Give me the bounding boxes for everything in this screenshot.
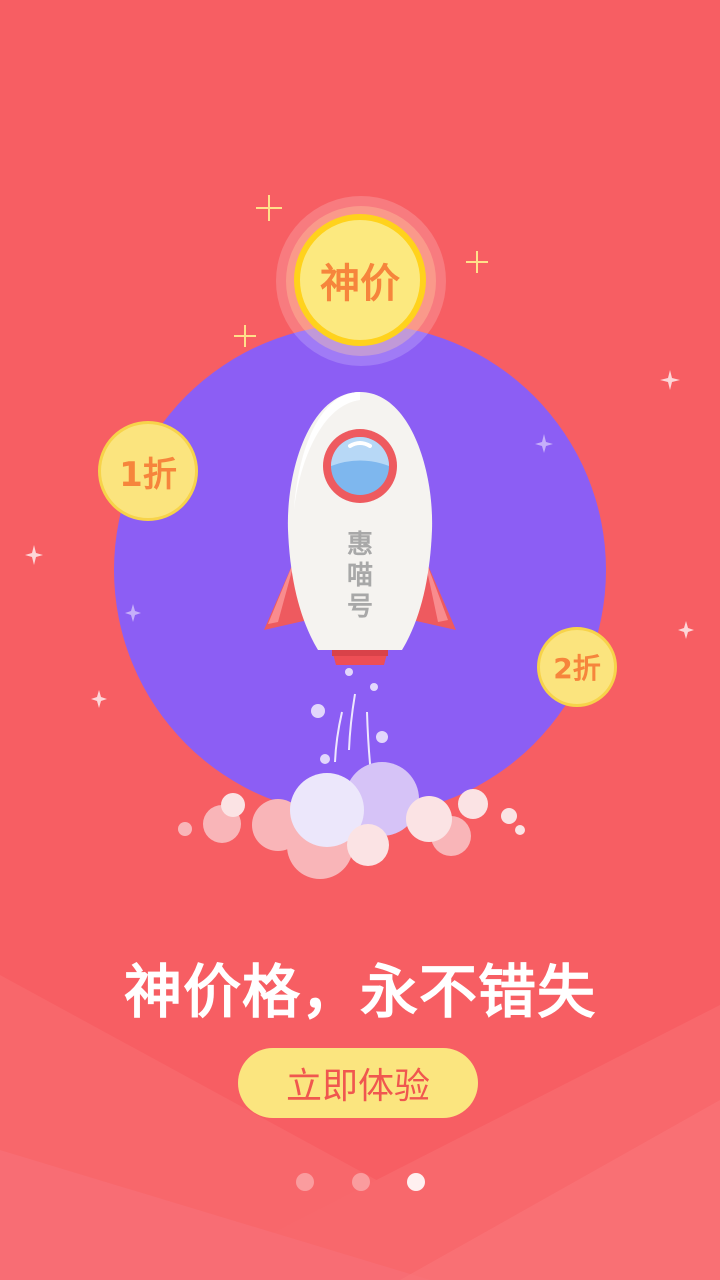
coin-discount-1: 1折 bbox=[98, 421, 198, 521]
page-dot-2[interactable] bbox=[352, 1173, 370, 1191]
coin-discount-2: 2折 bbox=[537, 627, 617, 707]
try-now-button[interactable]: 立即体验 bbox=[238, 1048, 478, 1118]
rocket-label: 惠 喵 号 bbox=[340, 530, 380, 623]
page-indicator bbox=[0, 1172, 720, 1192]
rocket-label-char: 号 bbox=[346, 592, 373, 622]
rocket-label-char: 喵 bbox=[346, 561, 373, 591]
rocket-label-char: 惠 bbox=[346, 530, 373, 560]
headline: 神价格，永不错失 bbox=[123, 958, 596, 1026]
coin-discount-1-label: 1折 bbox=[119, 454, 177, 495]
coin-discount-2-label: 2折 bbox=[553, 652, 601, 685]
page-dot-1[interactable] bbox=[296, 1173, 314, 1191]
coin-main-price: 神价 bbox=[294, 214, 426, 346]
page-dot-3-active[interactable] bbox=[407, 1173, 425, 1191]
coin-main-label: 神价 bbox=[320, 261, 400, 307]
